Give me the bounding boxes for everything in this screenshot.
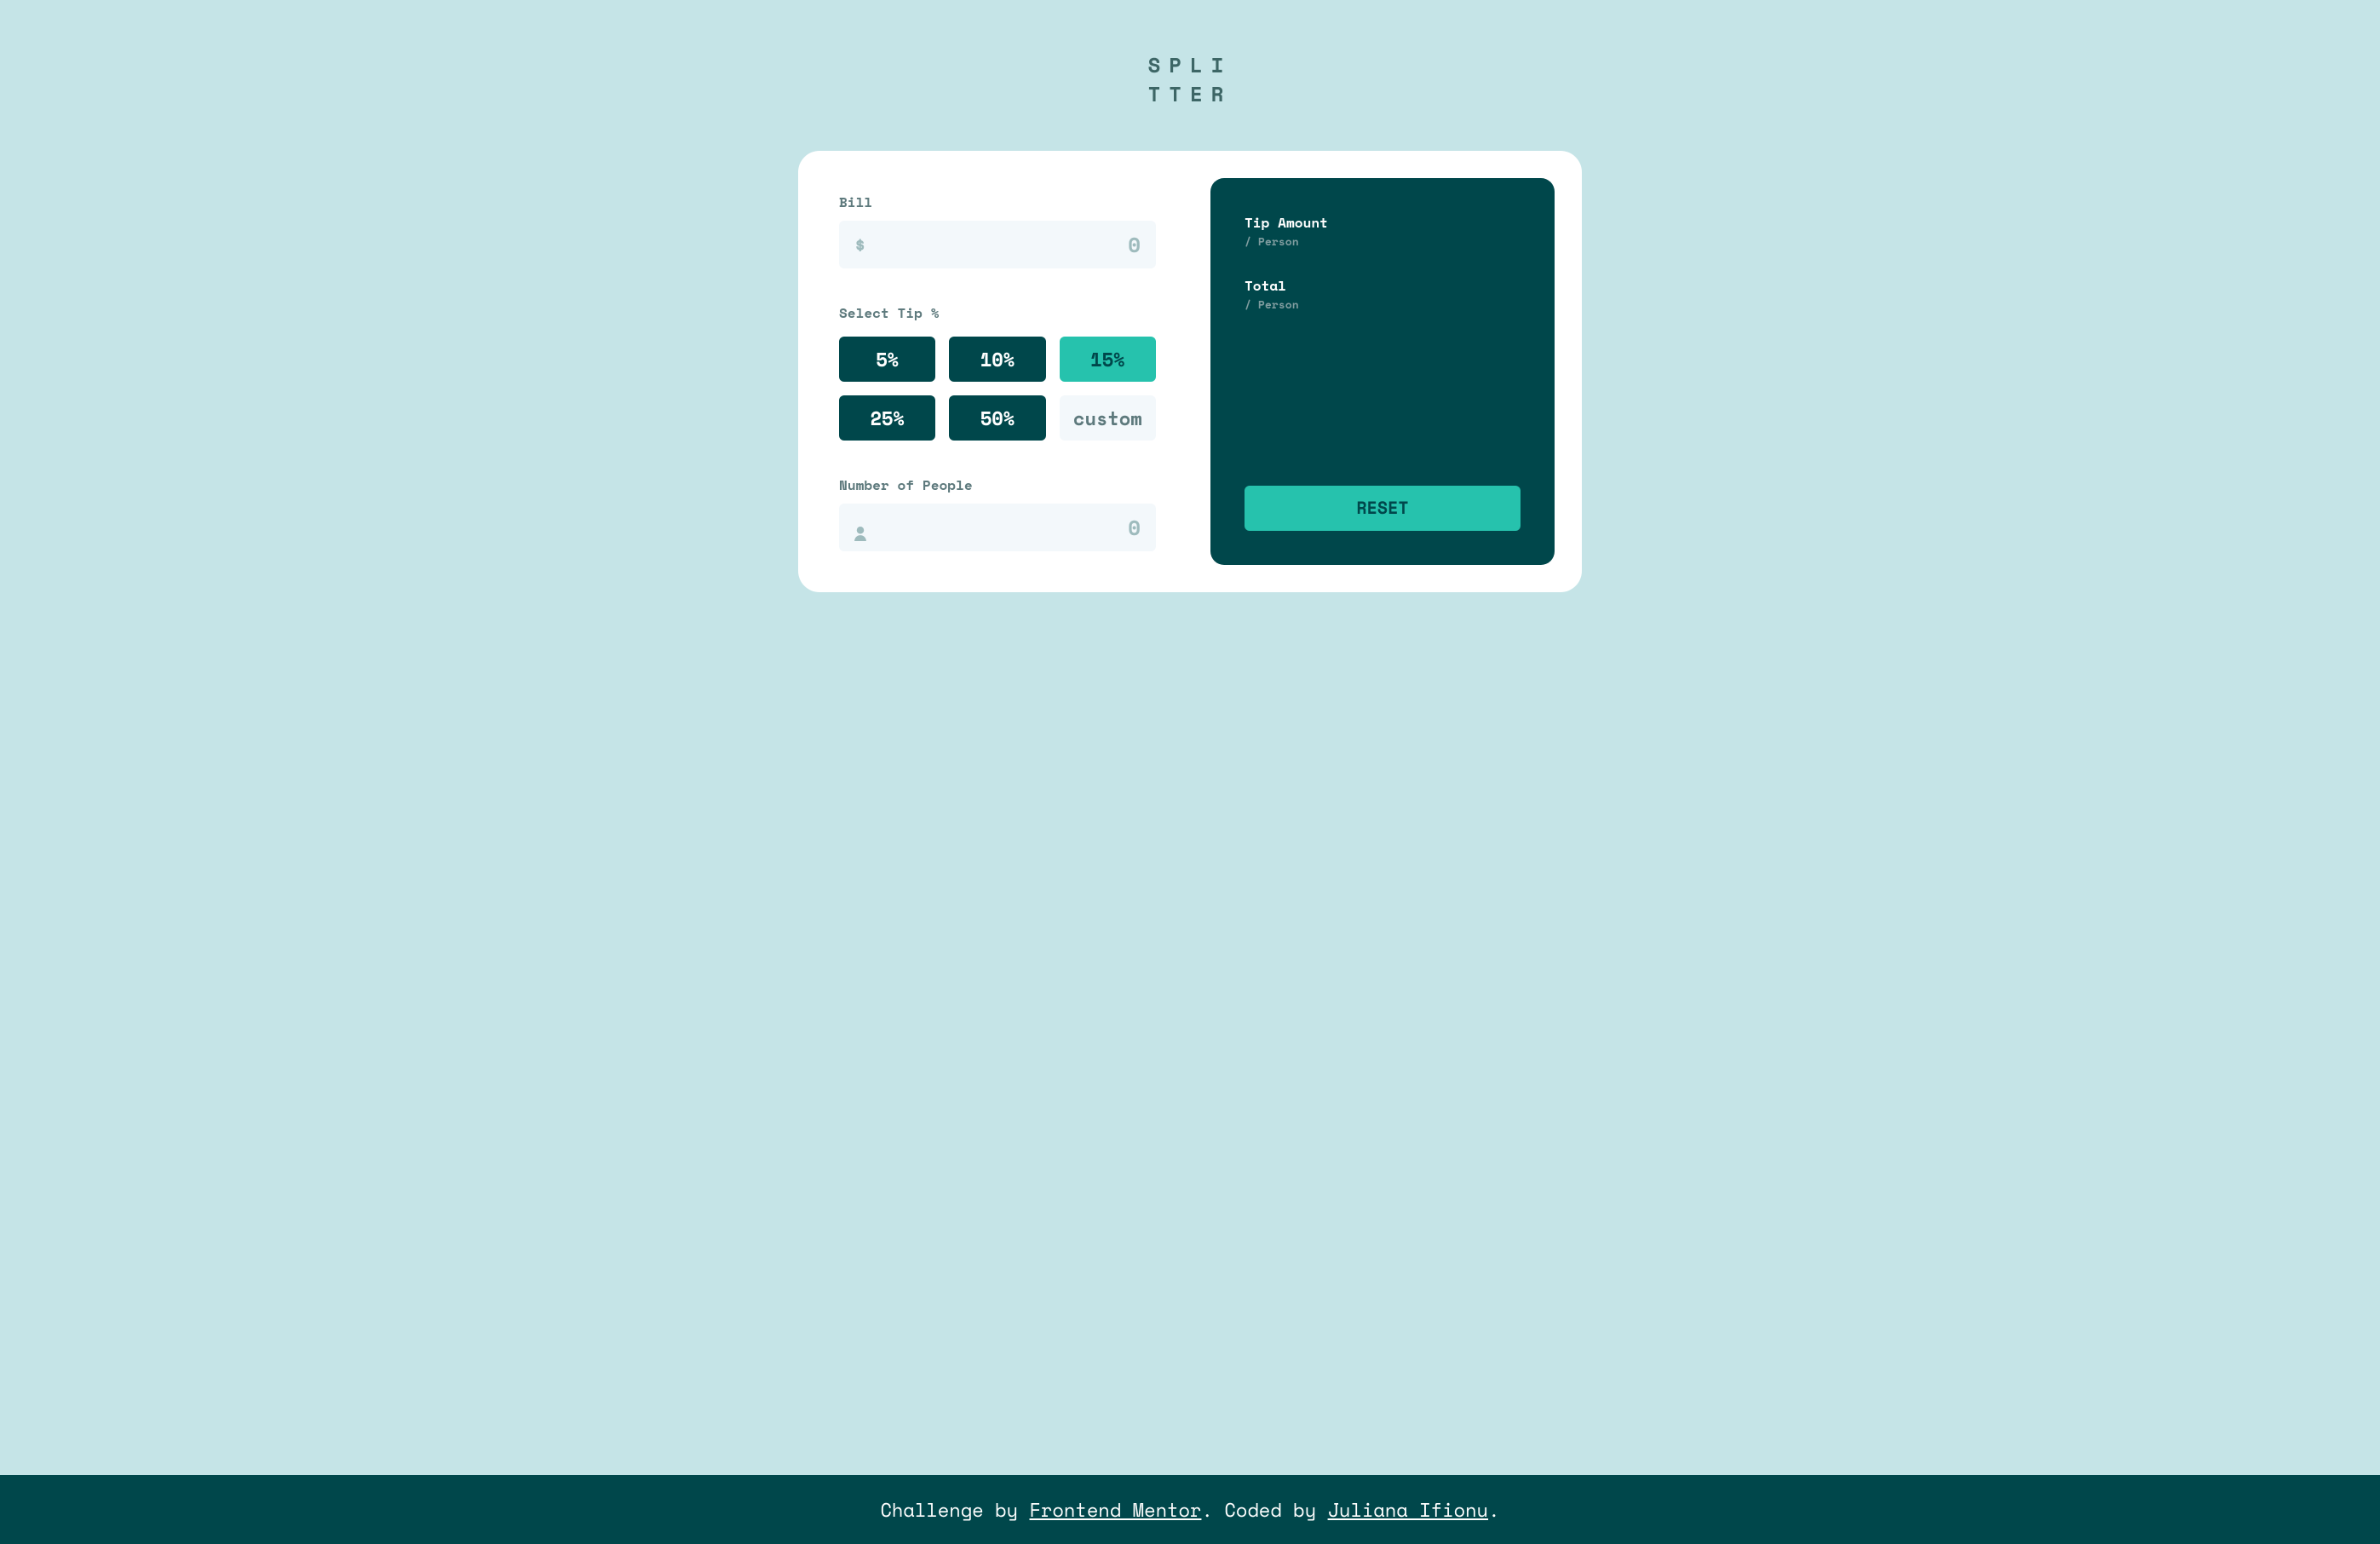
people-input[interactable] — [839, 504, 1156, 551]
tip-amount-labels: Tip Amount / Person — [1245, 212, 1328, 250]
footer-link-frontend-mentor[interactable]: Frontend Mentor — [1030, 1495, 1202, 1524]
footer-suffix: . — [1488, 1495, 1499, 1524]
bill-input-wrapper: $ — [839, 221, 1156, 268]
results-panel: Tip Amount / Person Total / Person RESET — [1210, 178, 1555, 565]
person-icon — [854, 520, 868, 535]
tip-custom-input[interactable] — [1060, 395, 1156, 441]
total-sublabel: / Person — [1245, 296, 1299, 313]
app-logo: SPLI TTER — [1148, 51, 1233, 108]
dollar-icon: $ — [854, 231, 865, 259]
tip-amount-sublabel: / Person — [1245, 233, 1328, 250]
bill-input[interactable] — [839, 221, 1156, 268]
tip-amount-row: Tip Amount / Person — [1245, 212, 1521, 250]
tip-button-25[interactable]: 25% — [839, 395, 935, 441]
logo-line-1: SPLI — [1148, 51, 1233, 80]
tip-amount-label: Tip Amount — [1245, 212, 1328, 233]
footer-prefix: Challenge by — [880, 1495, 1029, 1524]
tip-label: Select Tip % — [839, 302, 1156, 323]
tip-button-15[interactable]: 15% — [1060, 337, 1156, 382]
tip-grid: 5% 10% 15% 25% 50% — [839, 337, 1156, 441]
total-labels: Total / Person — [1245, 275, 1299, 313]
tip-button-50[interactable]: 50% — [949, 395, 1045, 441]
total-label: Total — [1245, 275, 1299, 296]
tip-section: Select Tip % 5% 10% 15% 25% 50% — [839, 302, 1156, 441]
inputs-section: Bill $ Select Tip % 5% 10% 15% 25% 50% N… — [825, 178, 1170, 565]
calculator-card: Bill $ Select Tip % 5% 10% 15% 25% 50% N… — [798, 151, 1582, 592]
reset-button[interactable]: RESET — [1245, 486, 1521, 531]
tip-button-10[interactable]: 10% — [949, 337, 1045, 382]
footer-link-author[interactable]: Juliana Ifionu — [1328, 1495, 1489, 1524]
footer: Challenge by Frontend Mentor. Coded by J… — [0, 1475, 2380, 1544]
total-row: Total / Person — [1245, 275, 1521, 313]
people-input-wrapper — [839, 504, 1156, 551]
people-label: Number of People — [839, 475, 1156, 495]
footer-mid: . Coded by — [1201, 1495, 1327, 1524]
tip-button-5[interactable]: 5% — [839, 337, 935, 382]
bill-label: Bill — [839, 192, 1156, 212]
logo-line-2: TTER — [1148, 80, 1233, 109]
